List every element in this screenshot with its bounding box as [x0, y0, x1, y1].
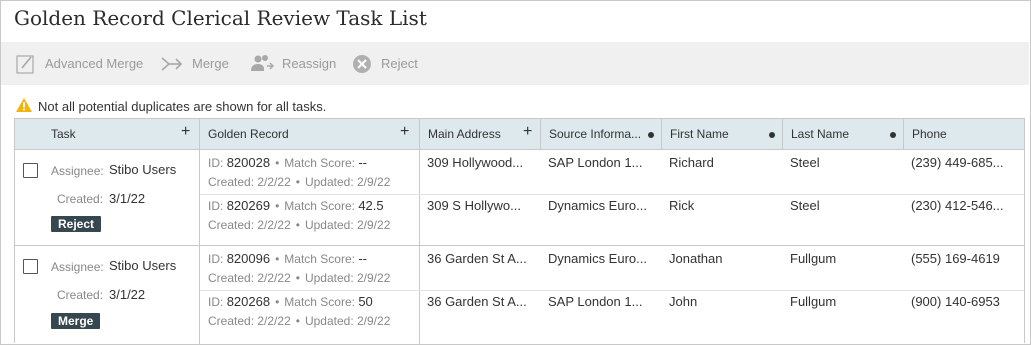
- assignee-label: Assignee:: [51, 164, 104, 178]
- source-cell: SAP London 1...: [548, 155, 643, 170]
- column-menu-dot-icon[interactable]: [890, 132, 896, 138]
- phone-cell: (900) 140-6953: [911, 294, 1000, 309]
- golden-record-id-line: ID: 820269 • Match Score: 42.5: [208, 198, 384, 213]
- golden-record-id-line: ID: 820028 • Match Score: --: [208, 155, 367, 170]
- col-source-info[interactable]: Source Informa...: [540, 119, 661, 149]
- col-first-name[interactable]: First Name: [661, 119, 782, 149]
- col-phone-label: Phone: [912, 127, 947, 141]
- column-menu-dot-icon[interactable]: [648, 132, 654, 138]
- source-cell: Dynamics Euro...: [548, 251, 647, 266]
- task-table: Task + Golden Record + Main Address + So…: [14, 118, 1025, 344]
- task-checkbox[interactable]: [23, 259, 38, 274]
- phone-cell: (230) 412-546...: [911, 198, 1004, 213]
- golden-record-id-line: ID: 820268 • Match Score: 50: [208, 294, 373, 309]
- col-last-name-label: Last Name: [791, 127, 850, 141]
- toolbar: Advanced Merge Merge Reassign Reject: [1, 42, 1029, 85]
- col-golden-record[interactable]: Golden Record +: [199, 119, 419, 149]
- created-value: 3/1/22: [109, 191, 146, 206]
- created-value: 3/1/22: [109, 287, 146, 302]
- golden-record-dates-line: Created: 2/2/22 • Updated: 2/9/22: [208, 175, 391, 189]
- column-menu-dot-icon[interactable]: [769, 132, 775, 138]
- row-divider: [200, 194, 1024, 195]
- col-source-info-label: Source Informa...: [549, 127, 642, 141]
- edit-icon: [15, 53, 37, 75]
- source-cell: SAP London 1...: [548, 294, 643, 309]
- add-column-icon[interactable]: +: [181, 124, 190, 140]
- reassign-button[interactable]: Reassign: [250, 42, 336, 85]
- reassign-label: Reassign: [282, 56, 337, 71]
- last-name-cell: Fullgum: [790, 251, 837, 266]
- col-golden-record-label: Golden Record: [208, 127, 289, 141]
- column-divider: [199, 150, 200, 344]
- first-name-cell: John: [669, 294, 698, 309]
- col-main-address-label: Main Address: [428, 127, 501, 141]
- warning-icon: [15, 97, 33, 116]
- col-task-label: Task: [51, 127, 76, 141]
- col-task[interactable]: Task +: [43, 119, 199, 149]
- assignee-value: Stibo Users: [109, 258, 177, 273]
- golden-record-dates-line: Created: 2/2/22 • Updated: 2/9/22: [208, 271, 391, 285]
- action-badge: Merge: [51, 313, 101, 329]
- merge-button[interactable]: Merge: [160, 42, 229, 85]
- action-badge: Reject: [51, 216, 102, 232]
- first-name-cell: Rick: [669, 198, 695, 213]
- last-name-cell: Steel: [790, 198, 820, 213]
- reject-button[interactable]: Reject: [351, 42, 418, 85]
- phone-cell: (555) 169-4619: [911, 251, 1000, 266]
- phone-cell: (239) 449-685...: [911, 155, 1004, 170]
- last-name-cell: Fullgum: [790, 294, 837, 309]
- merge-arrow-icon: [160, 53, 184, 75]
- advanced-merge-label: Advanced Merge: [45, 56, 144, 71]
- address-cell: 36 Garden St A...: [427, 294, 527, 309]
- warning-text: Not all potential duplicates are shown f…: [38, 99, 327, 114]
- table-header: Task + Golden Record + Main Address + So…: [15, 119, 1024, 150]
- created-label: Created:: [57, 288, 104, 302]
- created-label: Created:: [57, 192, 104, 206]
- golden-record-dates-line: Created: 2/2/22 • Updated: 2/9/22: [208, 218, 391, 232]
- col-main-address[interactable]: Main Address +: [419, 119, 540, 149]
- add-column-icon[interactable]: +: [523, 124, 532, 140]
- first-name-cell: Jonathan: [669, 251, 723, 266]
- merge-label: Merge: [192, 56, 229, 71]
- task-divider: [15, 245, 1024, 246]
- reassign-users-icon: [250, 53, 274, 75]
- golden-record-dates-line: Created: 2/2/22 • Updated: 2/9/22: [208, 314, 391, 328]
- golden-record-id-line: ID: 820096 • Match Score: --: [208, 251, 367, 266]
- col-phone[interactable]: Phone: [903, 119, 1024, 149]
- assignee-value: Stibo Users: [109, 162, 177, 177]
- column-divider: [419, 150, 420, 344]
- row-divider: [200, 290, 1024, 291]
- add-column-icon[interactable]: +: [400, 124, 409, 140]
- col-first-name-label: First Name: [670, 127, 729, 141]
- col-last-name[interactable]: Last Name: [782, 119, 903, 149]
- duplicates-warning: Not all potential duplicates are shown f…: [15, 97, 326, 116]
- address-cell: 36 Garden St A...: [427, 251, 527, 266]
- address-cell: 309 Hollywood...: [427, 155, 524, 170]
- address-cell: 309 S Hollywo...: [427, 198, 521, 213]
- advanced-merge-button[interactable]: Advanced Merge: [15, 42, 143, 85]
- last-name-cell: Steel: [790, 155, 820, 170]
- assignee-label: Assignee:: [51, 260, 104, 274]
- first-name-cell: Richard: [669, 155, 714, 170]
- task-checkbox[interactable]: [23, 163, 38, 178]
- source-cell: Dynamics Euro...: [548, 198, 647, 213]
- page-title: Golden Record Clerical Review Task List: [14, 6, 427, 30]
- reject-label: Reject: [381, 56, 418, 71]
- reject-circle-x-icon: [351, 53, 373, 75]
